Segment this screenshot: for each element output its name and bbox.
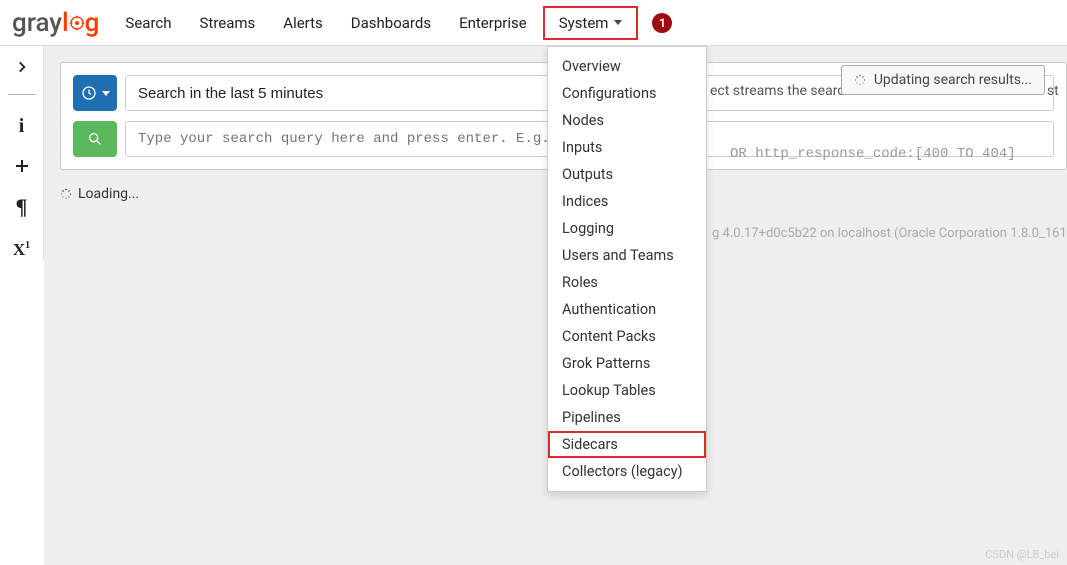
updating-label: Updating search results... (874, 72, 1032, 88)
logo-text-g: g (85, 8, 100, 38)
dropdown-logging[interactable]: Logging (548, 215, 706, 242)
dropdown-users-teams[interactable]: Users and Teams (548, 242, 706, 269)
dropdown-overview[interactable]: Overview (548, 53, 706, 80)
sidebar-add[interactable] (10, 158, 34, 174)
dropdown-grok-patterns[interactable]: Grok Patterns (548, 350, 706, 377)
dropdown-lookup-tables[interactable]: Lookup Tables (548, 377, 706, 404)
chevron-right-icon (15, 60, 29, 74)
sidebar: i ¶ X1 (0, 46, 44, 260)
nav-alerts[interactable]: Alerts (269, 0, 337, 45)
logo-text-gray: gray (12, 8, 62, 38)
search-submit-button[interactable] (73, 121, 117, 157)
dropdown-authentication[interactable]: Authentication (548, 296, 706, 323)
dropdown-content-packs[interactable]: Content Packs (548, 323, 706, 350)
sidebar-divider (8, 94, 36, 95)
updating-results-button[interactable]: Updating search results... (841, 65, 1045, 95)
time-range-button[interactable] (73, 75, 117, 111)
dropdown-nodes[interactable]: Nodes (548, 107, 706, 134)
plus-icon (14, 158, 30, 174)
nav-dashboards[interactable]: Dashboards (337, 0, 445, 45)
dropdown-inputs[interactable]: Inputs (548, 134, 706, 161)
gear-icon (69, 15, 85, 31)
sidebar-x1[interactable]: X1 (10, 240, 34, 260)
dropdown-indices[interactable]: Indices (548, 188, 706, 215)
spinner-icon (854, 74, 866, 86)
caret-down-icon (614, 20, 622, 25)
notification-badge[interactable]: 1 (652, 13, 672, 33)
navbar: gray l g Search Streams Alerts Dashboard… (0, 0, 1067, 46)
nav-system[interactable]: System (543, 6, 639, 40)
sidebar-expand[interactable] (10, 60, 34, 74)
watermark: CSDN @LB_bei (985, 548, 1059, 561)
nav-enterprise[interactable]: Enterprise (445, 0, 541, 45)
dropdown-pipelines[interactable]: Pipelines (548, 404, 706, 431)
nav-system-label: System (559, 14, 609, 32)
dropdown-configurations[interactable]: Configurations (548, 80, 706, 107)
dropdown-roles[interactable]: Roles (548, 269, 706, 296)
dropdown-sidecars[interactable]: Sidecars (548, 431, 706, 458)
nav-items: Search Streams Alerts Dashboards Enterpr… (111, 0, 672, 45)
caret-down-icon (102, 91, 110, 96)
logo[interactable]: gray l g (12, 8, 99, 38)
loading-text: Loading... (78, 186, 139, 202)
nav-search[interactable]: Search (111, 0, 185, 45)
sidebar-paragraph[interactable]: ¶ (10, 194, 34, 220)
system-dropdown: Overview Configurations Nodes Inputs Out… (547, 46, 707, 492)
query-example-text: OR http_response_code:[400 TO 404] (730, 146, 1016, 162)
clock-icon (81, 85, 97, 101)
dropdown-collectors-legacy[interactable]: Collectors (legacy) (548, 458, 706, 485)
search-icon (87, 131, 103, 147)
dropdown-outputs[interactable]: Outputs (548, 161, 706, 188)
spinner-icon (60, 188, 72, 200)
sidebar-info[interactable]: i (10, 115, 34, 138)
nav-streams[interactable]: Streams (186, 0, 270, 45)
version-text: g 4.0.17+d0c5b22 on localhost (Oracle Co… (712, 226, 1067, 241)
logo-text-l: l (62, 8, 69, 38)
